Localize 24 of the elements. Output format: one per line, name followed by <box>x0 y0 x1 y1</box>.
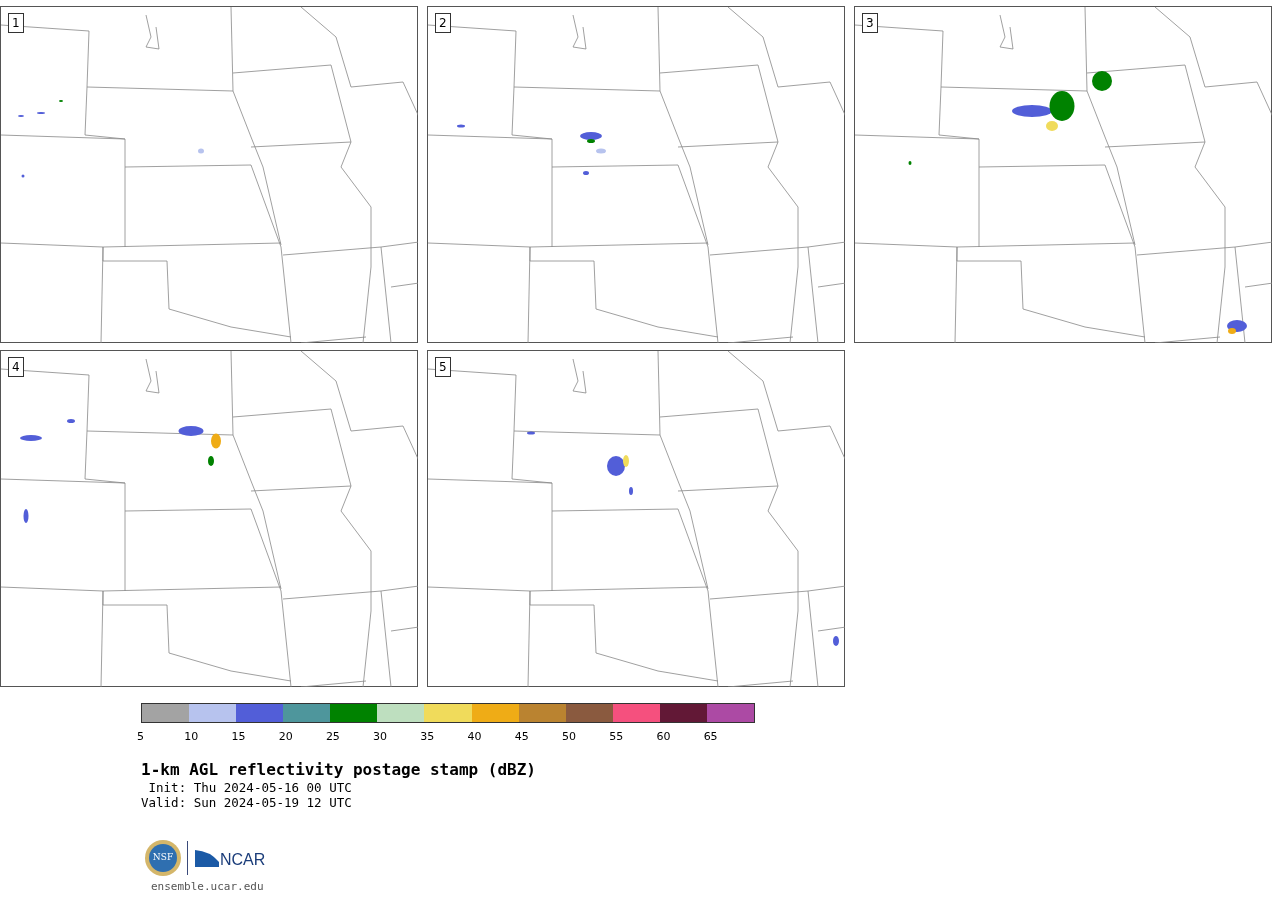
valid-time: Valid: Sun 2024-05-19 12 UTC <box>141 794 353 810</box>
tick-label: 60 <box>656 729 671 745</box>
panel-number: 1 <box>8 13 24 33</box>
tick-label: 5 <box>137 729 144 745</box>
tick-label: 20 <box>278 729 293 745</box>
seal-logo: NSF <box>145 839 181 876</box>
tick-label: 25 <box>325 729 340 745</box>
tick-label: 40 <box>467 729 482 745</box>
init-time: Init: Thu 2024-05-16 00 UTC <box>147 779 353 795</box>
tick-label: 15 <box>231 729 246 745</box>
ncar-logo: NCAR <box>194 847 266 868</box>
chart-title: 1-km AGL reflectivity postage stamp (dBZ) <box>141 759 537 780</box>
tick-label: 35 <box>420 729 435 745</box>
tick-label: 50 <box>561 729 576 745</box>
panel-number: 5 <box>435 357 451 377</box>
site-url: ensemble.ucar.edu <box>151 879 264 893</box>
panel-number: 3 <box>862 13 878 33</box>
tick-label: 30 <box>373 729 388 745</box>
tick-label: 65 <box>703 729 718 745</box>
panel-number: 2 <box>435 13 451 33</box>
tick-label: 10 <box>184 729 199 745</box>
tick-label: 55 <box>609 729 624 745</box>
tick-label: 45 <box>514 729 529 745</box>
panel-number: 4 <box>8 357 24 377</box>
